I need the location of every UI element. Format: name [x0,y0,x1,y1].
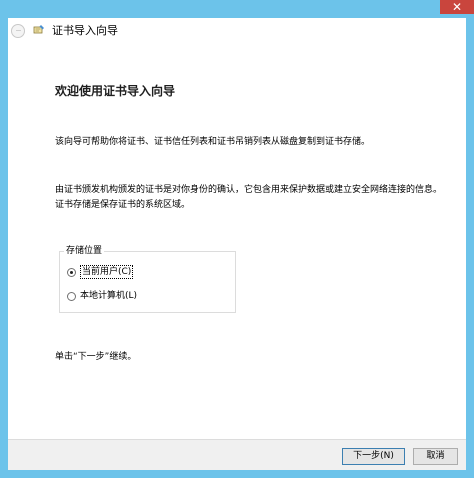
wizard-header: 证书导入向导 [8,18,466,46]
wizard-window: ✕ 证书导入向导 欢迎使用证书导入向导 该向导可帮助你将证书、证书信任列表和证书… [0,0,474,478]
button-bar: 下一步(N) 取消 [8,439,466,470]
radio-unchecked-icon[interactable] [67,291,76,301]
back-arrow-icon[interactable] [11,24,25,38]
description-text: 由证书颁发机构颁发的证书是对你身份的确认，它包含用来保护数据或建立安全网络连接的… [55,185,443,210]
continue-hint: 单击“下一步”继续。 [55,352,137,362]
wizard-client-area: 证书导入向导 欢迎使用证书导入向导 该向导可帮助你将证书、证书信任列表和证书吊销… [8,18,466,470]
intro-text: 该向导可帮助你将证书、证书信任列表和证书吊销列表从磁盘复制到证书存储。 [55,137,371,147]
radio-current-user-label[interactable]: 当前用户(C) [80,265,134,279]
next-button[interactable]: 下一步(N) [342,448,405,465]
page-heading: 欢迎使用证书导入向导 [55,84,176,98]
wizard-content: 欢迎使用证书导入向导 该向导可帮助你将证书、证书信任列表和证书吊销列表从磁盘复制… [8,46,466,416]
close-button[interactable]: ✕ [440,0,474,14]
radio-local-machine-label[interactable]: 本地计算机(L) [80,290,137,302]
wizard-title: 证书导入向导 [52,24,118,37]
certificate-wizard-icon [33,25,44,34]
store-location-label: 存储位置 [64,244,105,258]
store-location-group: 存储位置 当前用户(C) 本地计算机(L) [59,244,236,313]
radio-checked-icon[interactable] [67,267,76,277]
radio-local-machine[interactable]: 本地计算机(L) [67,289,137,303]
radio-current-user[interactable]: 当前用户(C) [67,265,134,279]
cancel-button[interactable]: 取消 [413,448,458,465]
